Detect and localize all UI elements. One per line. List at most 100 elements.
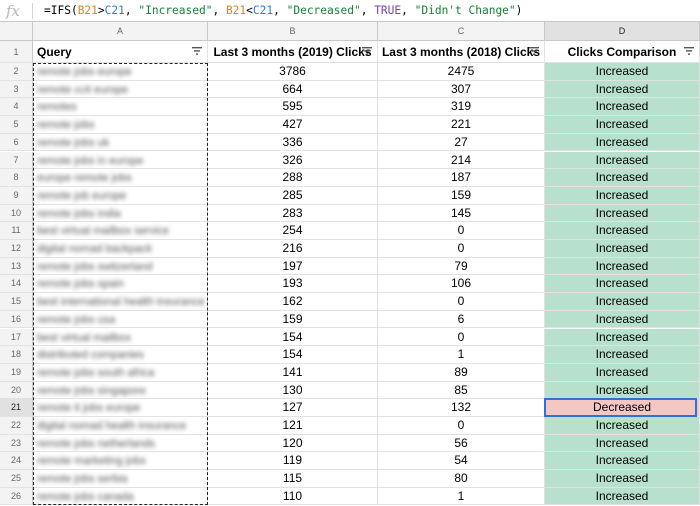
cell-b[interactable]: 326 — [208, 151, 378, 170]
header-cell-b[interactable]: Last 3 months (2019) Clicks — [208, 41, 378, 63]
cell-b[interactable]: 130 — [208, 381, 378, 400]
cell-d[interactable]: Increased — [545, 275, 700, 294]
row-header[interactable]: 14 — [0, 275, 33, 294]
cell-b[interactable]: 121 — [208, 417, 378, 435]
header-cell-c[interactable]: Last 3 months (2018) Clicks — [378, 41, 545, 63]
row-header[interactable]: 24 — [0, 452, 33, 471]
cell-b[interactable]: 595 — [208, 98, 378, 117]
cell-d[interactable]: Increased — [545, 346, 700, 364]
cell-b[interactable]: 154 — [208, 328, 378, 347]
column-header-d[interactable]: D — [545, 22, 700, 41]
cell-a[interactable]: remote jobs spain — [33, 275, 208, 294]
cell-a[interactable]: remote jobs uk — [33, 133, 208, 152]
cell-d[interactable]: Increased — [545, 257, 700, 276]
cell-a[interactable]: remote ccit europe — [33, 80, 208, 99]
cell-b[interactable]: 127 — [208, 399, 378, 417]
cell-d[interactable]: Increased — [545, 98, 700, 117]
cell-a[interactable]: remote jobs europe — [33, 63, 208, 81]
cell-b[interactable]: 120 — [208, 434, 378, 453]
cell-b[interactable]: 664 — [208, 80, 378, 99]
cell-a[interactable]: remote jobs serbia — [33, 470, 208, 488]
cell-c[interactable]: 27 — [378, 133, 545, 152]
cell-a[interactable]: best international health insurance — [33, 293, 208, 311]
cell-d[interactable]: Increased — [545, 240, 700, 258]
row-header[interactable]: 11 — [0, 222, 33, 240]
cell-d[interactable]: Increased — [545, 222, 700, 240]
row-header[interactable]: 25 — [0, 470, 33, 488]
cell-b[interactable]: 110 — [208, 487, 378, 506]
cell-c[interactable]: 1 — [378, 346, 545, 364]
cell-c[interactable]: 54 — [378, 452, 545, 471]
row-header[interactable]: 12 — [0, 240, 33, 258]
row-header[interactable]: 23 — [0, 434, 33, 453]
column-header-b[interactable]: B — [208, 22, 378, 41]
cell-c[interactable]: 2475 — [378, 63, 545, 81]
row-header[interactable]: 10 — [0, 204, 33, 223]
cell-d[interactable]: Increased — [545, 381, 700, 400]
cell-b[interactable]: 119 — [208, 452, 378, 471]
cell-a[interactable]: remote jobs in europe — [33, 151, 208, 170]
cell-b[interactable]: 141 — [208, 363, 378, 382]
row-header[interactable]: 4 — [0, 98, 33, 117]
cell-d[interactable]: Increased — [545, 487, 700, 506]
cell-a[interactable]: distributed companies — [33, 346, 208, 364]
cell-c[interactable]: 187 — [378, 169, 545, 187]
cell-d[interactable]: Increased — [545, 116, 700, 134]
cell-d[interactable]: Increased — [545, 470, 700, 488]
cell-a[interactable]: europe remote jobs — [33, 169, 208, 187]
cell-c[interactable]: 0 — [378, 222, 545, 240]
row-header[interactable]: 5 — [0, 116, 33, 134]
formula-input[interactable]: =IFS(B21>C21, "Increased", B21<C21, "Dec… — [44, 0, 522, 22]
row-header[interactable]: 21 — [0, 399, 33, 417]
row-header[interactable]: 7 — [0, 151, 33, 170]
cell-b[interactable]: 283 — [208, 204, 378, 223]
row-header[interactable]: 8 — [0, 169, 33, 187]
cell-d[interactable]: Increased — [545, 417, 700, 435]
cell-c[interactable]: 145 — [378, 204, 545, 223]
cell-c[interactable]: 0 — [378, 417, 545, 435]
filter-icon[interactable] — [684, 47, 694, 55]
cell-d[interactable]: Increased — [545, 63, 700, 81]
cell-b[interactable]: 197 — [208, 257, 378, 276]
column-header-c[interactable]: C — [378, 22, 545, 41]
cell-a[interactable]: remote jobs canada — [33, 487, 208, 506]
cell-a[interactable]: remote jobs usa — [33, 310, 208, 329]
cell-d[interactable]: Increased — [545, 133, 700, 152]
cell-b[interactable]: 115 — [208, 470, 378, 488]
cell-a[interactable]: remote jobs switzerland — [33, 257, 208, 276]
cell-a[interactable]: remote marketing jobs — [33, 452, 208, 471]
cell-c[interactable]: 132 — [378, 399, 545, 417]
cell-d[interactable]: Increased — [545, 151, 700, 170]
cell-a[interactable]: remote jobs — [33, 116, 208, 134]
cell-d[interactable]: Increased — [545, 169, 700, 187]
cell-c[interactable]: 307 — [378, 80, 545, 99]
cell-d[interactable]: Increased — [545, 363, 700, 382]
cell-c[interactable]: 56 — [378, 434, 545, 453]
cell-a[interactable]: digital nomad backpack — [33, 240, 208, 258]
select-all-corner[interactable] — [0, 22, 33, 41]
cell-c[interactable]: 1 — [378, 487, 545, 506]
row-header[interactable]: 26 — [0, 487, 33, 506]
cell-c[interactable]: 6 — [378, 310, 545, 329]
filter-icon[interactable] — [529, 47, 539, 55]
cell-d[interactable]: Increased — [545, 434, 700, 453]
cell-a[interactable]: remote job europe — [33, 186, 208, 205]
row-header[interactable]: 15 — [0, 293, 33, 311]
cell-d[interactable]: Increased — [545, 204, 700, 223]
cell-a[interactable]: remotes — [33, 98, 208, 117]
cell-a[interactable]: remote jobs netherlands — [33, 434, 208, 453]
cell-c[interactable]: 0 — [378, 328, 545, 347]
cell-b[interactable]: 288 — [208, 169, 378, 187]
filter-icon[interactable] — [192, 47, 202, 55]
cell-d[interactable]: Increased — [545, 293, 700, 311]
cell-b[interactable]: 427 — [208, 116, 378, 134]
cell-c[interactable]: 79 — [378, 257, 545, 276]
row-header[interactable]: 20 — [0, 381, 33, 400]
filter-icon[interactable] — [362, 47, 372, 55]
row-header[interactable]: 1 — [0, 41, 33, 63]
header-cell-a[interactable]: Query — [33, 41, 208, 63]
cell-a[interactable]: best virtual mailbox — [33, 328, 208, 347]
cell-b[interactable]: 154 — [208, 346, 378, 364]
cell-c[interactable]: 0 — [378, 293, 545, 311]
cell-c[interactable]: 85 — [378, 381, 545, 400]
